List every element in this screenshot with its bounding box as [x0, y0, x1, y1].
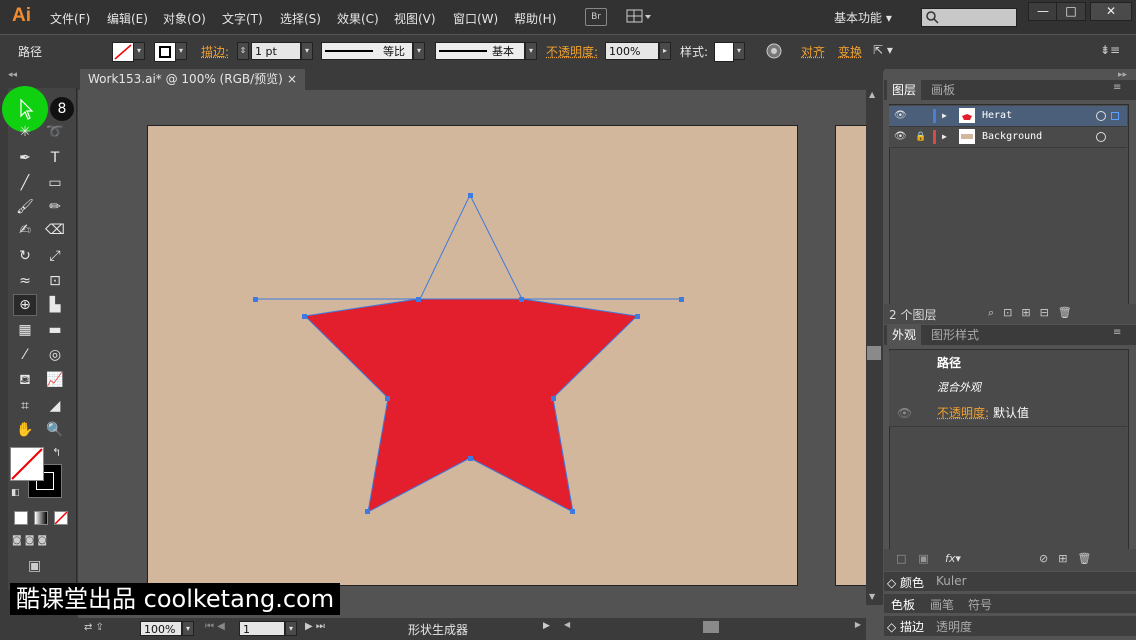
- appearance-opacity-link[interactable]: 不透明度:: [937, 401, 989, 425]
- color-tab-label: 颜色: [900, 576, 925, 590]
- artboard-number-field[interactable]: 1: [239, 621, 285, 636]
- expand-arrow-icon[interactable]: ▶: [942, 106, 947, 126]
- layer-name[interactable]: Background: [982, 127, 1042, 147]
- tab-artboards[interactable]: 画板: [926, 80, 960, 100]
- appearance-object-row: 路径: [889, 351, 1127, 377]
- watermark: 酷课堂出品 coolketang.com: [10, 583, 341, 615]
- vertical-scroll-thumb[interactable]: [867, 346, 881, 360]
- appearance-delete-icons[interactable]: ⊘⊞🗑: [1039, 552, 1101, 565]
- layer-target-icon[interactable]: [1096, 111, 1106, 121]
- expand-arrow-icon[interactable]: ▶: [942, 127, 947, 147]
- appearance-footer-icons[interactable]: □▣: [896, 552, 941, 565]
- tab-transparency[interactable]: 透明度: [936, 618, 972, 635]
- horizontal-scrollbar[interactable]: ◀ ▶: [560, 620, 865, 634]
- visibility-eye-icon[interactable]: 👁: [897, 401, 912, 425]
- layer-row-background[interactable]: 👁 🔒 ▶ Background: [889, 127, 1127, 148]
- zoom-field[interactable]: 100%: [140, 621, 182, 636]
- visibility-eye-icon[interactable]: 👁: [894, 106, 907, 126]
- layer-color-bar: [933, 130, 936, 144]
- stroke-tab-label: 描边: [900, 620, 925, 634]
- status-menu-arrow[interactable]: ▶: [543, 621, 550, 631]
- appearance-menu-icon[interactable]: ≡: [1113, 327, 1121, 338]
- layer-name[interactable]: Herat: [982, 106, 1012, 126]
- vertical-scrollbar[interactable]: ▲ ▼: [866, 90, 883, 605]
- layer-thumbnail: [959, 108, 975, 123]
- layers-footer-icons[interactable]: ⌕⊡⊞⊟🗑: [988, 306, 1081, 320]
- layer-target-icon[interactable]: [1096, 132, 1106, 142]
- layer-count: 2 个图层: [889, 308, 937, 322]
- appearance-opacity-row[interactable]: 👁 不透明度: 默认值: [889, 401, 1127, 427]
- dock-collapse-icon[interactable]: ▸▸: [1118, 70, 1127, 80]
- mixed-appearance-label: 混合外观: [937, 381, 981, 394]
- visibility-eye-icon[interactable]: 👁: [894, 127, 907, 147]
- tab-brushes[interactable]: 画笔: [930, 596, 954, 613]
- appearance-mixed-row: 混合外观: [889, 376, 1127, 402]
- current-tool-label: 形状生成器: [408, 623, 469, 637]
- horizontal-scroll-thumb[interactable]: [703, 621, 719, 633]
- swatches-panel-bar: [884, 594, 1136, 613]
- tab-swatches[interactable]: 色板: [891, 596, 915, 613]
- tab-color[interactable]: ◇ 颜色: [887, 574, 924, 591]
- star-shape[interactable]: [303, 298, 639, 513]
- appearance-opacity-value: 默认值: [993, 406, 1030, 420]
- appearance-tabbar: [884, 325, 1136, 345]
- first-prev-artboard-icons[interactable]: ⏮ ◀: [205, 621, 225, 632]
- next-last-artboard-icons[interactable]: ▶ ⏭: [305, 621, 325, 632]
- layers-menu-icon[interactable]: ≡: [1113, 82, 1121, 93]
- lock-icon[interactable]: 🔒: [915, 127, 926, 147]
- tab-stroke[interactable]: ◇ 描边: [887, 618, 924, 635]
- tab-graphic-styles[interactable]: 图形样式: [926, 325, 984, 345]
- layer-thumbnail: [959, 129, 975, 144]
- appearance-title: 路径: [937, 356, 962, 370]
- tab-kuler[interactable]: Kuler: [936, 574, 967, 588]
- fx-icon[interactable]: fx▾: [945, 552, 961, 565]
- artboard-dropdown[interactable]: ▾: [285, 621, 297, 636]
- selection-indicator-icon[interactable]: [1111, 112, 1119, 120]
- status-icons[interactable]: ⇄ ⇪: [84, 622, 104, 633]
- layers-tabbar: [884, 80, 1136, 100]
- tab-appearance[interactable]: 外观: [887, 325, 922, 345]
- layer-row-herat[interactable]: 👁 ▶ Herat: [889, 106, 1127, 127]
- layer-color-bar: [933, 109, 936, 123]
- star-top-path[interactable]: [419, 193, 523, 300]
- tab-layers[interactable]: 图层: [887, 80, 922, 100]
- tab-symbols[interactable]: 符号: [968, 596, 992, 613]
- zoom-dropdown[interactable]: ▾: [182, 621, 194, 636]
